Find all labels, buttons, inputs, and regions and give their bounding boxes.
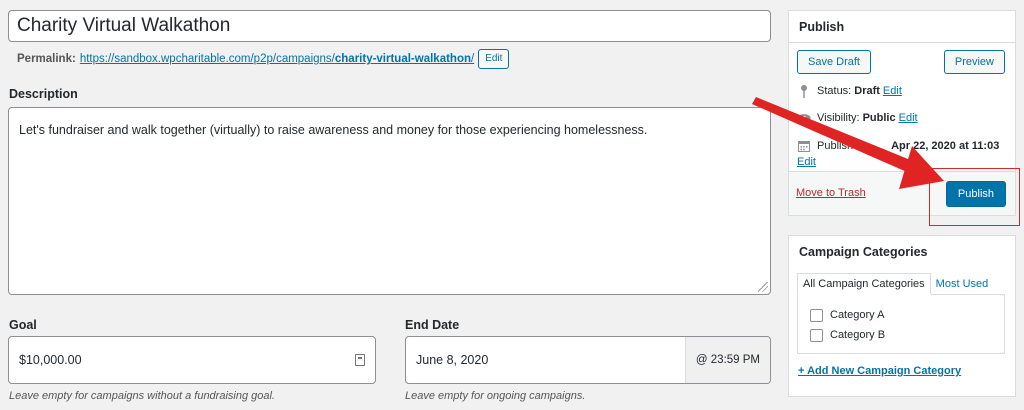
- add-new-category-link[interactable]: + Add New Campaign Category: [798, 365, 961, 377]
- goal-input[interactable]: $10,000.00: [8, 336, 376, 384]
- category-label: Category A: [830, 309, 885, 321]
- description-textarea[interactable]: Let's fundraiser and walk together (virt…: [8, 107, 771, 295]
- save-draft-button[interactable]: Save Draft: [797, 50, 871, 74]
- status-row: Status: Draft Edit: [797, 84, 902, 98]
- end-time-suffix: @ 23:59 PM: [684, 337, 770, 383]
- tab-all-categories[interactable]: All Campaign Categories: [797, 273, 931, 295]
- category-item[interactable]: Category A: [810, 307, 992, 323]
- annotation-highlight-box: [929, 168, 1020, 226]
- calculator-icon: [355, 354, 365, 366]
- visibility-label: Visibility:: [817, 112, 860, 124]
- resize-handle-icon[interactable]: [758, 282, 768, 292]
- permalink-trailing: /: [471, 53, 475, 65]
- preview-button[interactable]: Preview: [943, 50, 1005, 74]
- end-date-label: End Date: [405, 318, 460, 332]
- permalink-edit-button[interactable]: Edit: [478, 49, 510, 69]
- goal-value: $10,000.00: [19, 353, 82, 367]
- visibility-value: Public: [862, 112, 896, 124]
- end-date-input[interactable]: June 8, 2020 @ 23:59 PM: [405, 336, 771, 384]
- categories-box-title: Campaign Categories: [799, 245, 928, 259]
- pin-icon: [797, 84, 811, 98]
- permalink-link[interactable]: https://sandbox.wpcharitable.com/p2p/cam…: [80, 53, 474, 65]
- checkbox-icon[interactable]: [810, 308, 823, 322]
- published-value: Apr 22, 2020 at 11:03: [891, 140, 1000, 152]
- permalink-label: Permalink:: [17, 53, 76, 65]
- category-item[interactable]: Category B: [810, 327, 992, 343]
- status-value: Draft: [854, 85, 880, 97]
- calendar-icon: [797, 140, 811, 152]
- end-date-value: June 8, 2020: [416, 353, 489, 367]
- eye-icon: [797, 113, 811, 123]
- goal-hint: Leave empty for campaigns without a fund…: [9, 390, 275, 402]
- permalink-slug: charity-virtual-walkathon: [334, 53, 471, 65]
- categories-box: Campaign Categories All Campaign Categor…: [788, 235, 1016, 397]
- status-edit-link[interactable]: Edit: [883, 85, 902, 97]
- categories-list: Category A Category B: [797, 294, 1005, 354]
- campaign-title-input[interactable]: Charity Virtual Walkathon: [8, 10, 771, 42]
- move-to-trash-link[interactable]: Move to Trash: [796, 187, 866, 199]
- publish-box-title: Publish: [789, 11, 1015, 43]
- goal-label: Goal: [9, 318, 37, 332]
- description-label: Description: [9, 87, 78, 101]
- status-label: Status:: [817, 85, 852, 97]
- description-text: Let's fundraiser and walk together (virt…: [19, 123, 648, 137]
- visibility-row: Visibility: Public Edit: [797, 112, 918, 124]
- tab-most-used[interactable]: Most Used: [931, 273, 994, 295]
- visibility-edit-link[interactable]: Edit: [899, 112, 918, 124]
- checkbox-icon[interactable]: [810, 328, 823, 342]
- permalink-row: Permalink: https://sandbox.wpcharitable.…: [17, 49, 510, 69]
- categories-tabs: All Campaign Categories Most Used: [797, 273, 993, 295]
- publish-date-edit-link[interactable]: Edit: [797, 156, 816, 168]
- published-label: Publish: [817, 140, 854, 152]
- permalink-url-base: https://sandbox.wpcharitable.com/p2p/cam…: [79, 53, 335, 65]
- end-date-hint: Leave empty for ongoing campaigns.: [405, 390, 586, 402]
- publish-date-row: Publish Apr 22, 2020 at 11:03: [797, 140, 999, 152]
- category-label: Category B: [830, 329, 886, 341]
